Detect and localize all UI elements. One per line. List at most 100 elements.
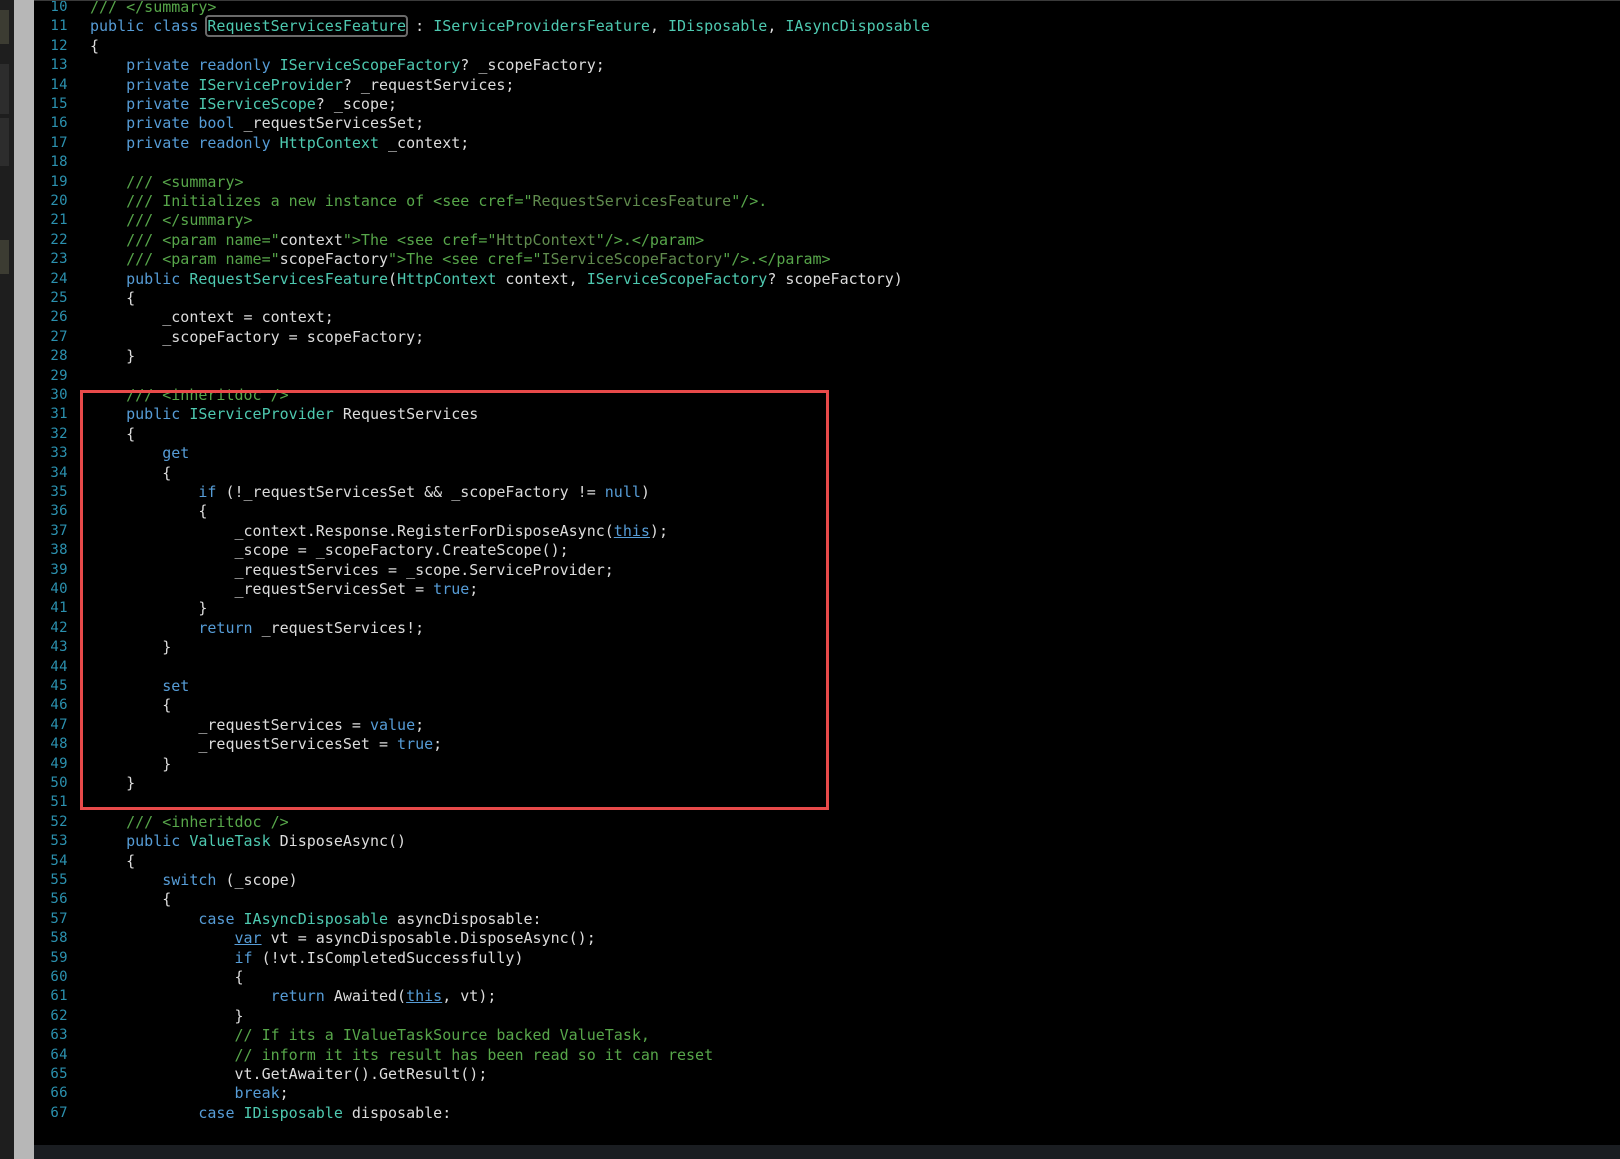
code-line[interactable]: 33 get	[34, 443, 1620, 463]
code-token: )	[640, 483, 650, 501]
code-token: _scope = _scopeFactory.CreateScope();	[90, 541, 569, 560]
code-line[interactable]: 63 // If its a IValueTaskSource backed V…	[34, 1025, 1620, 1045]
line-number: 18	[50, 154, 68, 171]
code-token: /// <summary>	[90, 172, 244, 191]
line-number: 40	[50, 581, 68, 597]
code-line[interactable]: 46 {	[34, 695, 1620, 715]
code-line[interactable]: 19 /// <summary>	[34, 172, 1620, 192]
code-line[interactable]: 64 // inform it its result has been read…	[34, 1045, 1620, 1065]
code-text: // inform it its result has been read so…	[90, 1045, 713, 1065]
code-line[interactable]: 66 break;	[34, 1083, 1620, 1103]
code-line[interactable]: 18	[34, 152, 1620, 172]
code-line[interactable]: 22 /// <param name="context">The <see cr…	[34, 230, 1620, 250]
vertical-scrollbar[interactable]	[14, 0, 34, 1159]
code-line[interactable]: 36 {	[34, 501, 1620, 521]
code-token: this	[406, 987, 443, 1006]
code-token: return	[90, 987, 334, 1006]
code-line[interactable]: 56 {	[34, 889, 1620, 909]
code-line[interactable]: 62 }	[34, 1006, 1620, 1026]
code-line[interactable]: 57 case IAsyncDisposable asyncDisposable…	[34, 909, 1620, 929]
code-line[interactable]: 40 _requestServicesSet = true;	[34, 579, 1620, 599]
code-token: /// <inheritdoc />	[90, 812, 289, 831]
code-line[interactable]: 37 _context.Response.RegisterForDisposeA…	[34, 521, 1620, 541]
code-line[interactable]: 12 {	[34, 36, 1620, 56]
code-line[interactable]: 32 {	[34, 424, 1620, 444]
code-token: _requestServicesSet =	[90, 580, 434, 598]
code-line[interactable]: 42 return _requestServices!;	[34, 618, 1620, 638]
code-line[interactable]: 23 /// <param name="scopeFactory">The <s…	[34, 249, 1620, 269]
code-line[interactable]: 41 }	[34, 598, 1620, 618]
code-line[interactable]: 35 if (!_requestServicesSet && _scopeFac…	[34, 482, 1620, 502]
line-number: 49	[50, 755, 68, 772]
code-token: HttpContext	[279, 133, 379, 152]
code-line[interactable]: 47 _requestServices = value;	[34, 715, 1620, 735]
code-line[interactable]: 15 private IServiceScope? _scope;	[34, 94, 1620, 114]
code-line[interactable]: 59 if (!vt.IsCompletedSuccessfully)	[34, 948, 1620, 968]
code-line[interactable]: 11 public class RequestServicesFeature : …	[34, 15, 1620, 38]
code-line[interactable]: 44	[34, 657, 1620, 677]
code-line[interactable]: 49 }	[34, 754, 1620, 774]
code-token: IAsyncDisposable	[785, 17, 930, 36]
line-number: 25	[50, 290, 68, 306]
code-line[interactable]: 17 private readonly HttpContext _context…	[34, 133, 1620, 153]
code-line[interactable]: 29	[34, 366, 1620, 386]
code-line[interactable]: 45 set	[34, 676, 1620, 696]
change-marker	[0, 240, 9, 274]
code-token: RequestServicesFeature	[532, 192, 732, 210]
code-line[interactable]: 58 var vt = asyncDisposable.DisposeAsync…	[34, 928, 1620, 948]
code-line[interactable]: 34 {	[34, 463, 1620, 483]
line-number: 31	[50, 406, 68, 423]
code-line[interactable]: 48 _requestServicesSet = true;	[34, 734, 1620, 754]
code-line[interactable]: 51	[34, 792, 1620, 812]
code-line[interactable]: 27 _scopeFactory = scopeFactory;	[34, 327, 1620, 347]
code-text: // If its a IValueTaskSource backed Valu…	[90, 1025, 650, 1045]
code-line[interactable]: 53 public ValueTask DisposeAsync()	[34, 831, 1620, 851]
code-line[interactable]: 28 }	[34, 346, 1620, 366]
code-line[interactable]: 13 private readonly IServiceScopeFactory…	[34, 55, 1620, 75]
code-line[interactable]: 61 return Awaited(this, vt);	[34, 986, 1620, 1006]
code-token: /// <param name="	[90, 250, 280, 269]
code-token: _requestServicesSet =	[90, 735, 398, 754]
code-line[interactable]: 65 vt.GetAwaiter().GetResult();	[34, 1064, 1620, 1084]
code-line[interactable]: 55 switch (_scope)	[34, 870, 1620, 890]
code-line[interactable]: 43 }	[34, 637, 1620, 657]
code-line[interactable]: 52 /// <inheritdoc />	[34, 812, 1620, 832]
code-line[interactable]: 26 _context = context;	[34, 307, 1620, 327]
code-text: set	[90, 676, 189, 696]
code-line[interactable]: 21 /// </summary>	[34, 210, 1620, 230]
code-text: private bool _requestServicesSet;	[90, 113, 424, 133]
code-text: return _requestServices!;	[90, 618, 424, 638]
code-token: (	[388, 269, 398, 288]
code-line[interactable]: 20 /// Initializes a new instance of <se…	[34, 191, 1620, 211]
line-number: 50	[50, 775, 68, 791]
code-text: public class RequestServicesFeature : IS…	[90, 15, 930, 38]
code-token: // If its a IValueTaskSource backed Valu…	[90, 1026, 650, 1045]
code-editor[interactable]: 10 /// </summary> 11 public class RequestSe…	[34, 0, 1620, 1159]
code-token: (_scope)	[225, 871, 298, 889]
code-line[interactable]: 38 _scope = _scopeFactory.CreateScope();	[34, 540, 1620, 560]
line-number: 38	[50, 542, 68, 559]
code-line[interactable]: 10 /// </summary>	[34, 0, 1620, 17]
code-line[interactable]: 16 private bool _requestServicesSet;	[34, 113, 1620, 133]
code-line[interactable]: 14 private IServiceProvider? _requestSer…	[34, 75, 1620, 95]
line-number: 37	[50, 522, 68, 539]
code-token: (!vt.IsCompletedSuccessfully)	[261, 948, 524, 967]
code-line[interactable]: 24 public RequestServicesFeature(HttpCon…	[34, 269, 1620, 289]
code-line[interactable]: 67 case IDisposable disposable:	[34, 1103, 1620, 1123]
horizontal-scrollbar[interactable]	[34, 1145, 1620, 1159]
code-line[interactable]: 39 _requestServices = _scope.ServiceProv…	[34, 560, 1620, 580]
code-line[interactable]: 60 {	[34, 967, 1620, 987]
code-text: }	[90, 598, 207, 618]
code-token: ;	[469, 580, 479, 598]
code-text: }	[90, 773, 135, 793]
code-text: get	[90, 443, 189, 463]
code-token: IServiceProvidersFeature	[433, 17, 650, 36]
code-line[interactable]: 30 /// <inheritdoc />	[34, 385, 1620, 405]
code-line[interactable]: 54 {	[34, 851, 1620, 871]
code-line[interactable]: 50 }	[34, 773, 1620, 793]
code-line[interactable]: 25 {	[34, 288, 1620, 308]
code-token: IServiceScopeFactory	[279, 56, 461, 75]
code-text: _context.Response.RegisterForDisposeAsyn…	[90, 521, 668, 541]
code-line[interactable]: 31 public IServiceProvider RequestServic…	[34, 404, 1620, 424]
